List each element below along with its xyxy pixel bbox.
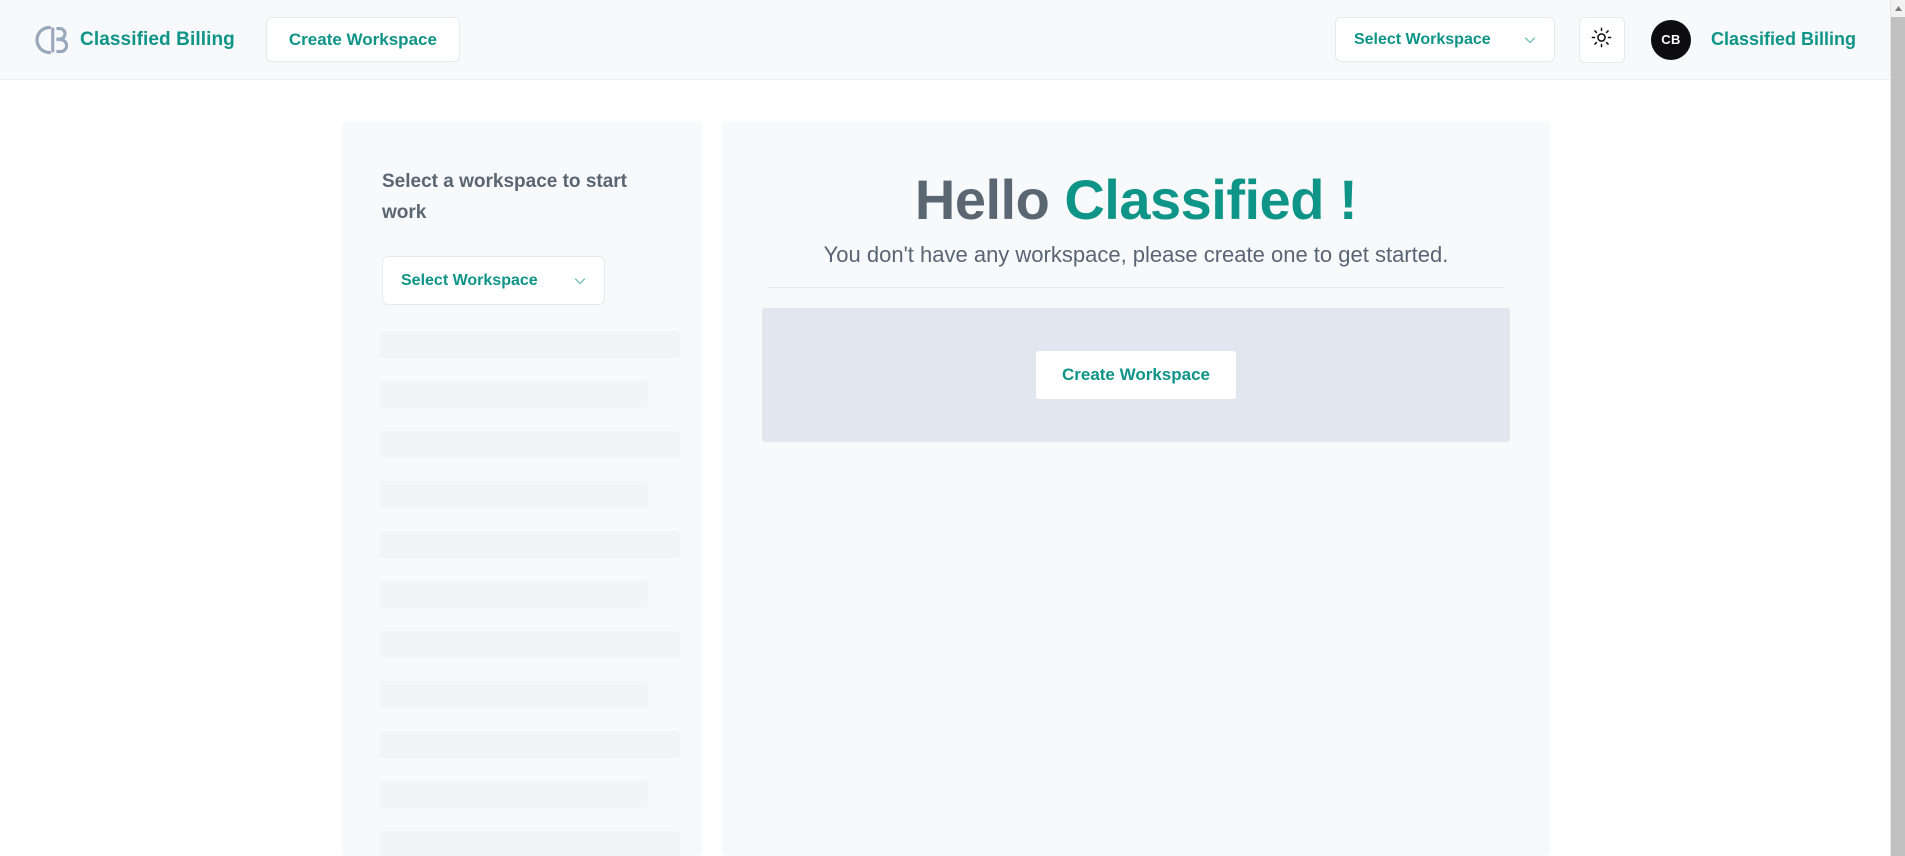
workspace-skeleton-row	[380, 631, 680, 658]
topbar-right-cluster: Select Workspace CB Classified Billing	[1334, 16, 1890, 63]
cb-monogram-logo-icon	[34, 23, 68, 57]
workspace-skeleton-row	[380, 731, 680, 758]
chevron-down-icon	[572, 273, 588, 289]
user-name-label[interactable]: Classified Billing	[1711, 29, 1856, 50]
workspace-select-header[interactable]: Select Workspace	[1334, 17, 1555, 62]
page-scrollbar[interactable]	[1890, 0, 1905, 856]
theme-toggle-button[interactable]	[1578, 16, 1625, 63]
workspace-select-sidebar-label: Select Workspace	[401, 271, 538, 289]
workspace-skeleton-row	[380, 681, 648, 708]
create-workspace-button-main[interactable]: Create Workspace	[1036, 351, 1236, 399]
workspace-skeleton-list	[342, 331, 702, 856]
greeting-name: Classified !	[1064, 168, 1358, 231]
workspace-selection-panel: Select a workspace to start work Select …	[342, 122, 702, 856]
workspace-select-sidebar[interactable]: Select Workspace	[382, 256, 605, 305]
sun-icon	[1591, 27, 1612, 53]
workspace-skeleton-row	[380, 481, 648, 508]
create-workspace-button-header[interactable]: Create Workspace	[265, 17, 460, 62]
create-workspace-cta-panel: Create Workspace	[762, 308, 1510, 442]
chevron-down-icon	[1522, 32, 1538, 48]
workspace-panel-title: Select a workspace to start work	[382, 171, 627, 223]
brand-home-link[interactable]: Classified Billing	[34, 23, 235, 57]
workspace-skeleton-row	[380, 381, 648, 408]
section-divider	[767, 287, 1505, 288]
greeting-prefix: Hello	[914, 168, 1065, 231]
workspace-skeleton-row	[380, 331, 680, 358]
page-body: Select a workspace to start work Select …	[0, 81, 1890, 856]
workspace-skeleton-row	[380, 531, 680, 558]
welcome-panel: Hello Classified ! You don't have any wo…	[722, 122, 1550, 856]
user-avatar[interactable]: CB	[1650, 19, 1691, 60]
top-navigation-bar: Classified Billing Create Workspace Sele…	[0, 0, 1890, 80]
greeting-heading: Hello Classified !	[722, 169, 1550, 231]
workspace-skeleton-row	[380, 831, 680, 856]
workspace-skeleton-row	[380, 781, 648, 808]
welcome-subtitle: You don't have any workspace, please cre…	[823, 242, 1449, 267]
scrollbar-up-arrow-icon[interactable]	[1891, 0, 1905, 16]
brand-name-label: Classified Billing	[80, 28, 235, 50]
workspace-skeleton-row	[380, 431, 680, 458]
app-root: Classified Billing Create Workspace Sele…	[0, 0, 1905, 856]
scrollbar-thumb[interactable]	[1891, 17, 1905, 856]
workspace-select-header-label: Select Workspace	[1353, 30, 1491, 48]
workspace-skeleton-row	[380, 581, 648, 608]
